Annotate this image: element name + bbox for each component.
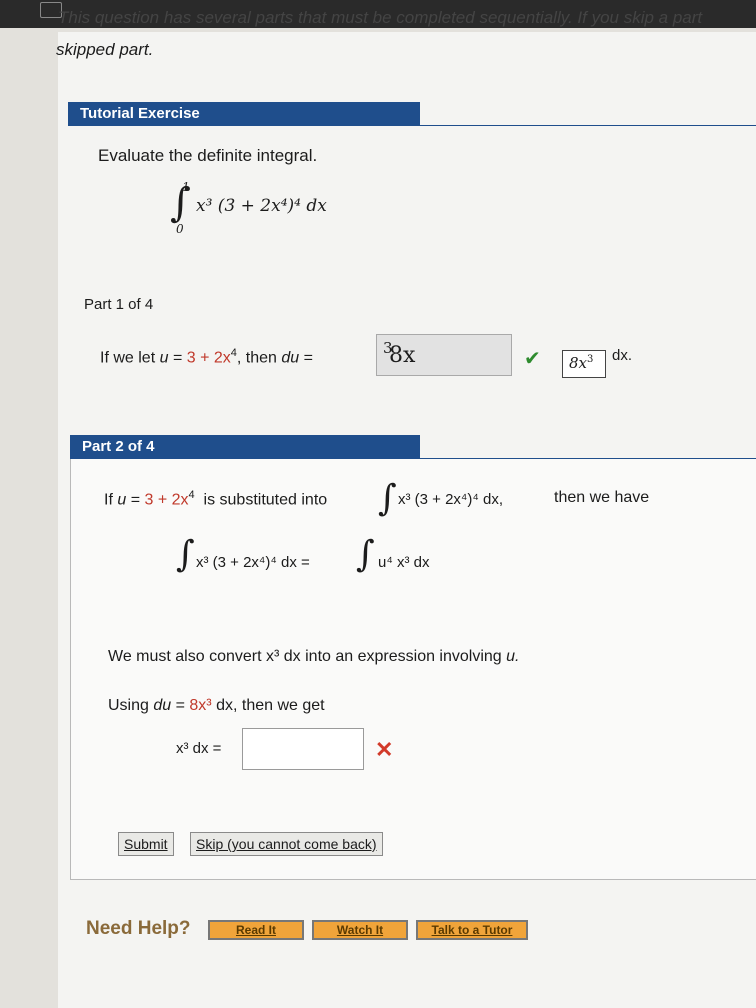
- convert-u: u.: [506, 648, 520, 665]
- using-text: Using: [108, 697, 149, 714]
- result-label: x³ dx =: [176, 740, 222, 757]
- convert-rest: into an expression involving: [305, 648, 502, 665]
- tutorial-prompt: Evaluate the definite integral.: [98, 146, 318, 165]
- line1-expr: 3 + 2x: [144, 491, 189, 509]
- result-input[interactable]: [242, 728, 364, 770]
- part1-u-expr: 3 + 2x: [186, 349, 231, 367]
- line1-then: then we have: [554, 489, 650, 506]
- line1-integrand: x³ (3 + 2x⁴)⁴ dx,: [398, 491, 503, 508]
- part2-line1: If u = 3 + 2x4 is substituted into: [104, 489, 328, 509]
- skipped-text: skipped part.: [56, 40, 154, 59]
- using-rest: dx, then we get: [216, 697, 325, 714]
- integrand: x³ (3 + 2x⁴)⁴ dx: [196, 196, 327, 216]
- correct-answer-box: 8x3: [562, 350, 606, 378]
- integral-sign: ∫: [378, 478, 397, 519]
- part1-eq: =: [168, 349, 187, 367]
- part2-label: Part 2 of 4: [82, 438, 155, 455]
- watch-it-button[interactable]: Watch It: [312, 920, 408, 940]
- part1-du-var: du: [281, 349, 300, 367]
- part1-answer-value: 8x 3: [383, 339, 415, 368]
- using-du: du: [153, 697, 172, 714]
- convert-line: We must also convert x³ dx into an expre…: [108, 648, 519, 666]
- correct-base: 8x: [569, 354, 588, 372]
- talk-to-tutor-button[interactable]: Talk to a Tutor: [416, 920, 528, 940]
- header-divider: [420, 125, 756, 126]
- cut-instruction: This question has several parts that mus…: [58, 8, 703, 27]
- part1-text-b: , then: [236, 349, 277, 367]
- convert-expr: x³ dx: [266, 648, 301, 665]
- line1-u: u: [117, 491, 127, 509]
- eq-right: u⁴ x³ dx: [378, 554, 430, 571]
- talk-to-tutor-label: Talk to a Tutor: [431, 923, 513, 937]
- integral-upper: 1: [182, 180, 190, 194]
- part2-panel: [70, 458, 756, 880]
- part1-sentence: If we let u = 3 + 2x4, then du =: [100, 347, 313, 367]
- skip-button[interactable]: Skip (you cannot come back): [190, 832, 383, 856]
- integral-sign: ∫: [176, 534, 195, 575]
- watch-it-label: Watch It: [336, 923, 384, 937]
- checkmark-icon: ✔: [524, 348, 541, 370]
- x-mark-icon: ✕: [375, 737, 394, 762]
- correct-exp: 3: [587, 354, 594, 365]
- answer-base: 8x: [389, 343, 416, 368]
- correct-answer-value: 8x3: [569, 354, 593, 372]
- read-it-button[interactable]: Read It: [208, 920, 304, 940]
- integral-lower: 0: [176, 222, 184, 236]
- need-help-title: Need Help?: [86, 918, 191, 939]
- using-value: 8x³: [189, 697, 212, 714]
- part2-divider: [420, 458, 756, 459]
- part1-answer-field[interactable]: 8x 3: [376, 334, 512, 376]
- integral-sign: ∫: [356, 534, 375, 575]
- line1-exp: 4: [188, 489, 195, 501]
- part1-label: Part 1 of 4: [84, 296, 154, 313]
- part1-dx: dx.: [612, 347, 633, 364]
- convert-text: We must also convert: [108, 648, 262, 665]
- part1-u-var: u: [159, 349, 169, 367]
- part1-text-a: If we let: [100, 349, 156, 367]
- submit-button[interactable]: Submit: [118, 832, 174, 856]
- line1-if: If: [104, 491, 113, 509]
- tutorial-header: Tutorial Exercise: [68, 102, 420, 126]
- using-line: Using du = 8x³ dx, then we get: [108, 697, 325, 714]
- tutorial-title: Tutorial Exercise: [80, 105, 200, 122]
- line1-substituted: is substituted into: [203, 491, 328, 509]
- eq-left: x³ (3 + 2x⁴)⁴ dx =: [196, 554, 310, 571]
- part2-header: Part 2 of 4: [70, 435, 420, 459]
- part1-eq2: =: [299, 349, 313, 367]
- read-it-label: Read It: [235, 923, 276, 937]
